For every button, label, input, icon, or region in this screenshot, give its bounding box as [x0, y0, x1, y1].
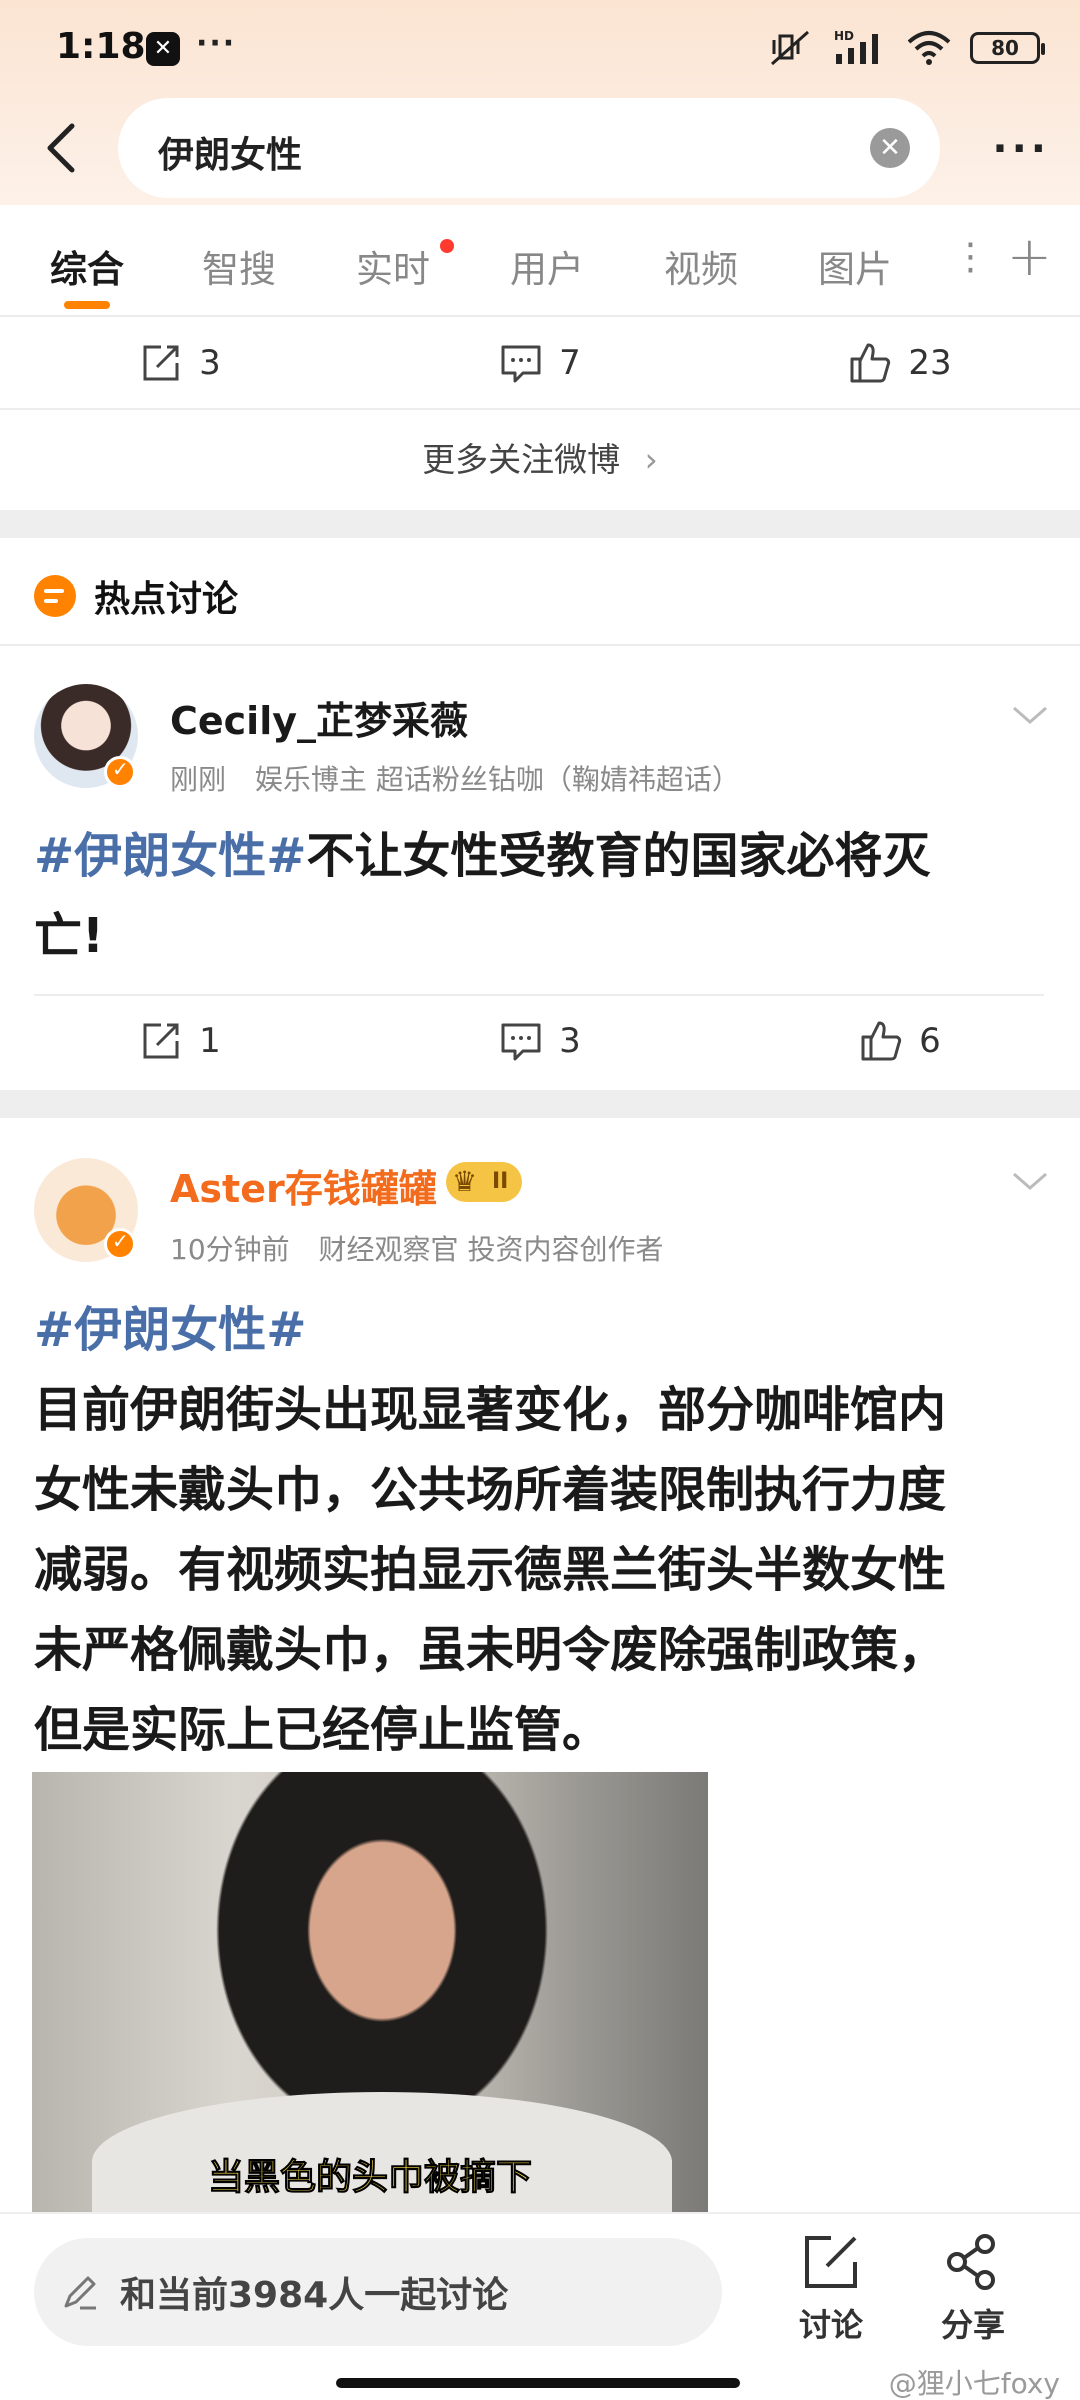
more-follow-link[interactable]: 更多关注微博 ›: [0, 410, 1080, 510]
share-button[interactable]: 分享: [918, 2230, 1028, 2346]
clear-search-icon[interactable]: ✕: [870, 128, 910, 168]
active-tab-indicator: [64, 301, 110, 309]
discuss-label: 讨论: [798, 2306, 863, 2344]
comment-count: 3: [559, 1021, 581, 1061]
like-count: 23: [908, 343, 952, 383]
signal-icon: HD: [834, 29, 878, 64]
comment-button[interactable]: 3: [360, 996, 720, 1086]
like-button[interactable]: 23: [720, 318, 1080, 408]
user-description: 娱乐博主 超话粉丝钻咖（鞠婧祎超话）: [254, 763, 740, 796]
post-text-line: 亡!: [34, 908, 104, 964]
section-gap: [0, 510, 1080, 538]
post-meta: 10分钟前 财经观察官 投资内容创作者: [170, 1228, 663, 1268]
share-label: 分享: [940, 2306, 1005, 2344]
wifi-icon: [907, 31, 951, 65]
tab-video[interactable]: 视频: [664, 239, 738, 293]
repost-count: 1: [199, 1021, 221, 1061]
hot-discussion-icon: [34, 575, 76, 617]
chevron-down-icon[interactable]: [1010, 704, 1050, 728]
search-tabs: 综合 智搜 实时 用户 视频 图片 ⋮ +: [0, 205, 1080, 317]
post-meta: 刚刚 娱乐博主 超话粉丝钻咖（鞠婧祎超话）: [170, 758, 740, 798]
home-indicator[interactable]: [336, 2378, 740, 2388]
repost-icon: [143, 1023, 179, 1059]
post-text-line: 减弱。有视频实拍显示德黑兰街头半数女性: [34, 1542, 947, 1598]
hot-discussion-header: 热点讨论: [34, 566, 238, 626]
chevron-right-icon: ›: [644, 440, 658, 479]
username[interactable]: Aster存钱罐罐: [170, 1158, 437, 1213]
discussion-placeholder: 和当前3984人一起讨论: [120, 2275, 509, 2316]
video-thumbnail[interactable]: 当黑色的头巾被摘下: [32, 1772, 708, 2212]
like-count: 6: [919, 1021, 941, 1061]
post-card: Cecily_芷梦采薇 刚刚 娱乐博主 超话粉丝钻咖（鞠婧祎超话） #伊朗女性#…: [0, 646, 1080, 1086]
tab-comprehensive[interactable]: 综合: [50, 239, 124, 293]
like-button[interactable]: 6: [720, 996, 1080, 1086]
member-level: II: [492, 1169, 509, 1194]
status-icons: HD 80: [770, 28, 1045, 68]
hot-discussion-title: 热点讨论: [94, 579, 239, 620]
discuss-button[interactable]: 讨论: [776, 2230, 886, 2346]
repost-button[interactable]: 1: [0, 996, 360, 1086]
video-caption: 当黑色的头巾被摘下: [207, 2157, 532, 2199]
thumbs-up-icon: [861, 1021, 902, 1061]
watermark: @狸小七foxy: [888, 2367, 1060, 2400]
thumbs-up-icon: [850, 343, 891, 383]
realtime-new-dot: [440, 239, 454, 253]
add-tab-icon[interactable]: +: [1007, 225, 1052, 288]
discussion-input[interactable]: 和当前3984人一起讨论: [34, 2238, 722, 2346]
comment-count: 7: [559, 343, 581, 383]
share-icon: [947, 2234, 995, 2290]
post-text-line: 目前伊朗街头出现显著变化，部分咖啡馆内: [34, 1382, 947, 1438]
post-text-line: 未严格佩戴头巾，虽未明令废除强制政策，: [34, 1622, 947, 1678]
svg-text:HD: HD: [834, 29, 854, 43]
header: 1:18 ✕ ··· HD 80 伊朗女性 ✕ ···: [0, 0, 1080, 205]
verified-badge-icon: [104, 756, 136, 788]
tab-users[interactable]: 用户: [510, 239, 584, 293]
post-time: 10分钟前: [170, 1233, 290, 1266]
capcut-app-icon: ✕: [146, 32, 180, 66]
bottom-bar: 和当前3984人一起讨论 讨论 分享 @狸小七foxy: [0, 2212, 1080, 2400]
search-row: 伊朗女性 ✕ ···: [0, 98, 1080, 198]
post-time: 刚刚: [170, 763, 227, 796]
comment-button[interactable]: 7: [360, 318, 720, 408]
post-text-line: 但是实际上已经停止监管。: [34, 1702, 611, 1758]
post-text-line: 不让女性受教育的国家必将灭: [306, 828, 931, 884]
search-query[interactable]: 伊朗女性: [158, 126, 302, 178]
status-time: 1:18: [56, 26, 146, 67]
post-text: #伊朗女性#不让女性受教育的国家必将灭 亡!: [34, 816, 1044, 976]
status-bar: 1:18 ✕ ··· HD 80: [0, 0, 1080, 96]
hashtag-link[interactable]: #伊朗女性#: [34, 1290, 1044, 1370]
tab-overflow[interactable]: ⋮: [952, 235, 989, 278]
post-text: #伊朗女性# 目前伊朗街头出现显著变化，部分咖啡馆内 女性未戴头巾，公共场所着装…: [34, 1290, 1044, 1770]
tab-smart-search[interactable]: 智搜: [202, 239, 276, 293]
pencil-icon: [64, 2276, 96, 2310]
prev-post-actions: 3 7 23: [0, 318, 1080, 408]
post-actions: 1 3 6: [0, 996, 1080, 1086]
status-overflow-icon: ···: [196, 26, 237, 61]
chevron-down-icon[interactable]: [1010, 1170, 1050, 1194]
hashtag-link[interactable]: #伊朗女性#: [34, 828, 306, 884]
comment-icon: [501, 1023, 541, 1061]
tab-images[interactable]: 图片: [818, 239, 892, 293]
more-options-icon[interactable]: ···: [992, 126, 1050, 172]
compose-icon: [805, 2236, 857, 2288]
repost-count: 3: [199, 343, 221, 383]
back-arrow-icon[interactable]: [38, 118, 88, 178]
username[interactable]: Cecily_芷梦采薇: [170, 690, 468, 745]
section-gap: [0, 1090, 1080, 1118]
search-input[interactable]: 伊朗女性 ✕: [118, 98, 940, 198]
repost-icon: [143, 345, 179, 381]
more-follow-label: 更多关注微博: [422, 440, 621, 479]
repost-button[interactable]: 3: [0, 318, 360, 408]
battery-icon: 80: [970, 32, 1045, 64]
post-text-line: 女性未戴头巾，公共场所着装限制执行力度: [34, 1462, 947, 1518]
verified-badge-icon: [104, 1228, 136, 1260]
comment-icon: [501, 345, 541, 383]
member-crown-badge-icon: ♛ II: [446, 1162, 523, 1202]
mute-vibrate-icon: [771, 30, 809, 66]
tab-realtime[interactable]: 实时: [356, 239, 430, 293]
user-description: 财经观察官 投资内容创作者: [318, 1233, 664, 1266]
